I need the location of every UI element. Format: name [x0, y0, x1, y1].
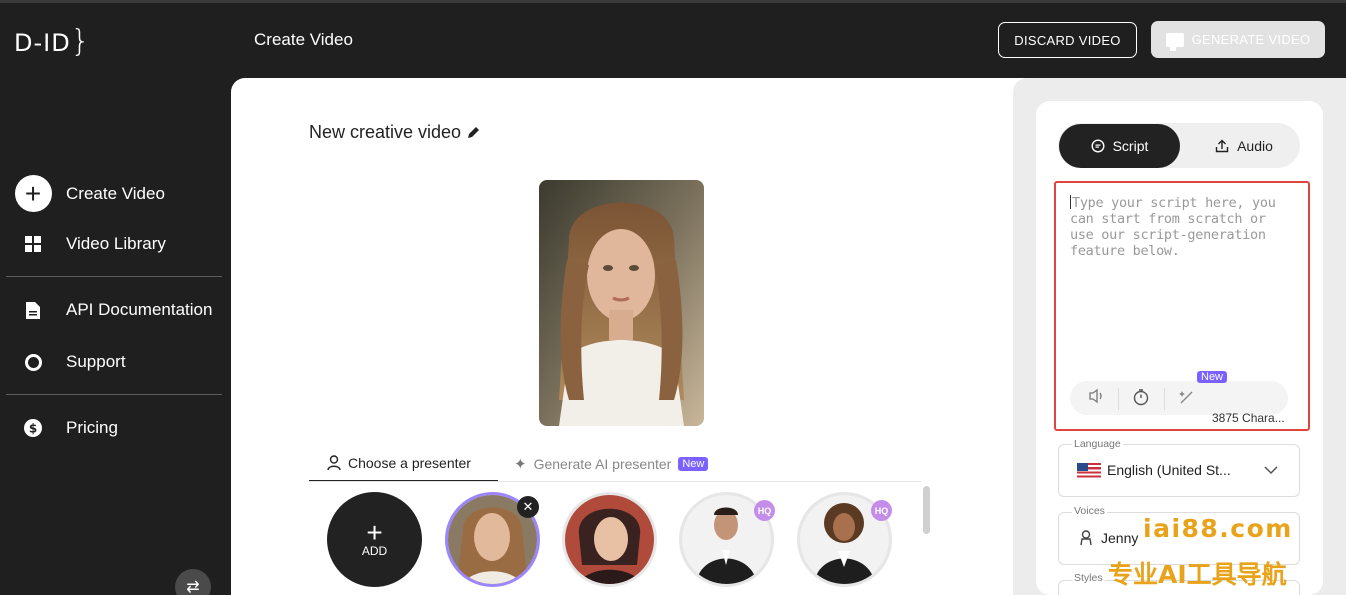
- watermark-url: iai88.com: [1143, 514, 1293, 543]
- sidebar-item-label: Video Library: [66, 234, 166, 253]
- add-presenter-button[interactable]: + ADD: [327, 492, 422, 587]
- presenter-video-icon: [1165, 32, 1184, 51]
- tab-choose-presenter[interactable]: Choose a presenter: [309, 446, 498, 482]
- presenter-scrollbar[interactable]: [923, 486, 930, 534]
- lifebuoy-icon: [14, 353, 52, 371]
- add-label: ADD: [361, 543, 388, 558]
- toolbar-divider: [1164, 388, 1165, 410]
- new-badge: New: [678, 457, 709, 471]
- tab-label: Choose a presenter: [348, 455, 471, 471]
- svg-text:$: $: [29, 422, 37, 436]
- tab-label: Generate AI presenter: [533, 456, 672, 472]
- sparkle-icon: ✦: [514, 456, 527, 473]
- video-title-text: New creative video: [309, 122, 462, 142]
- us-flag-icon: [1077, 462, 1101, 478]
- language-value: English (United St...: [1107, 462, 1231, 478]
- plus-circle-icon: +: [14, 175, 52, 212]
- chevron-down-icon: [1264, 466, 1278, 475]
- pencil-icon[interactable]: [467, 126, 480, 139]
- discard-video-button[interactable]: DISCARD VIDEO: [998, 22, 1137, 58]
- text-caret: [1070, 195, 1071, 209]
- magic-wand-icon[interactable]: [1178, 388, 1196, 411]
- sidebar-item-create-video[interactable]: + Create Video: [14, 175, 165, 212]
- tab-label: Audio: [1237, 138, 1273, 154]
- tab-audio[interactable]: Audio: [1190, 124, 1298, 168]
- language-select[interactable]: English (United St...: [1058, 444, 1300, 497]
- voices-label: Voices: [1072, 505, 1107, 517]
- new-badge: New: [1197, 371, 1228, 383]
- sidebar-item-label: API Documentation: [66, 300, 213, 319]
- tab-generate-ai-presenter[interactable]: ✦ Generate AI presenter New: [514, 446, 709, 482]
- character-count: 3875 Chara...: [1212, 411, 1285, 425]
- language-label: Language: [1072, 438, 1123, 450]
- toolbar-divider: [1118, 388, 1119, 410]
- script-textarea[interactable]: Type your script here, you can start fro…: [1070, 195, 1288, 259]
- script-toolbar: New: [1070, 371, 1288, 415]
- sidebar-item-label: Pricing: [66, 418, 118, 437]
- remove-presenter-icon[interactable]: ✕: [517, 496, 539, 518]
- person-icon: [1080, 530, 1092, 546]
- tab-label: Script: [1112, 138, 1149, 154]
- hq-badge: HQ: [871, 500, 892, 521]
- script-placeholder: Type your script here, you can start fro…: [1070, 195, 1276, 259]
- watermark-tagline: 专业AI工具导航: [1108, 560, 1287, 589]
- sidebar-item-pricing[interactable]: $ Pricing: [14, 418, 118, 438]
- sidebar-item-label: Create Video: [66, 183, 165, 203]
- sidebar-item-api-documentation[interactable]: API Documentation: [14, 300, 212, 320]
- generate-video-label: GENERATE VIDEO: [1191, 32, 1311, 47]
- script-input-area[interactable]: Type your script here, you can start fro…: [1054, 181, 1310, 431]
- selected-presenter-preview: [539, 180, 704, 426]
- sidebar-divider: [6, 394, 222, 395]
- timer-icon[interactable]: [1132, 388, 1150, 411]
- generate-video-button[interactable]: GENERATE VIDEO: [1151, 21, 1325, 58]
- sidebar: + Create Video Video Library API Documen…: [0, 78, 230, 595]
- hq-badge: HQ: [754, 500, 775, 521]
- video-title[interactable]: New creative video: [309, 122, 480, 143]
- plus-icon: +: [366, 516, 383, 548]
- sidebar-item-support[interactable]: Support: [14, 352, 126, 372]
- voice-value: Jenny: [1101, 530, 1139, 546]
- presenter-tabs: Choose a presenter ✦ Generate AI present…: [309, 446, 739, 482]
- top-header: D-ID} Create Video DISCARD VIDEO GENERAT…: [0, 0, 1346, 78]
- upload-icon: [1215, 139, 1229, 153]
- styles-label: Styles: [1072, 572, 1105, 584]
- tab-script[interactable]: Script: [1059, 124, 1180, 168]
- speaker-icon[interactable]: [1088, 388, 1106, 409]
- page-title: Create Video: [254, 30, 353, 49]
- tabs-underline: [309, 481, 921, 482]
- user-icon: [327, 455, 341, 471]
- dollar-icon: $: [14, 419, 52, 437]
- presenter-list: + ADD ✕ HQ HQ: [327, 492, 927, 592]
- document-icon: [14, 301, 52, 319]
- switch-icon[interactable]: ⇄: [175, 569, 211, 595]
- chat-icon: [1091, 139, 1105, 153]
- did-logo[interactable]: D-ID}: [14, 24, 91, 59]
- presenter-avatar-dark-hair-woman[interactable]: [562, 492, 657, 587]
- sidebar-divider: [6, 276, 222, 277]
- grid-icon: [14, 236, 52, 252]
- sidebar-item-label: Support: [66, 352, 126, 371]
- sidebar-item-video-library[interactable]: Video Library: [14, 234, 166, 254]
